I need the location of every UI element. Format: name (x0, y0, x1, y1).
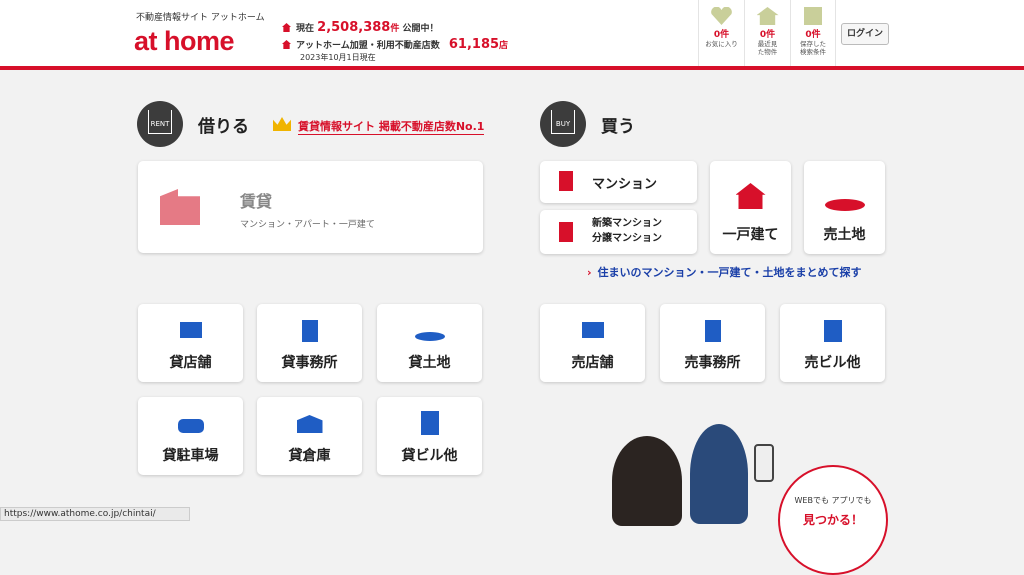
buy-land-card[interactable]: 売土地 (804, 161, 885, 254)
buy-building-tile[interactable]: 売ビル他 (780, 304, 885, 382)
car-icon (177, 419, 204, 433)
rent-parking-tile[interactable]: 貸駐車場 (138, 397, 243, 475)
save-search-icon (804, 7, 822, 25)
office-building-icon (301, 320, 318, 342)
rent-icon: RENT (137, 101, 183, 147)
login-button[interactable]: ログイン (841, 23, 889, 45)
site-subtitle: 不動産情報サイト アットホーム (136, 13, 265, 23)
rent-main-subtitle: マンション・アパート・一戸建て (240, 220, 375, 230)
new-mansion-icon (559, 222, 573, 242)
crown-icon (273, 117, 291, 131)
promo-badge: WEBでも アプリでも 見つかる！ (778, 465, 888, 575)
agency-count: アットホーム加盟・利用不動産店数 61,185店 (282, 37, 508, 52)
shop-icon (179, 322, 202, 338)
land-icon (414, 332, 445, 341)
house-icon (756, 7, 779, 25)
tall-building-icon (823, 320, 842, 342)
rent-warehouse-tile[interactable]: 貸倉庫 (257, 397, 362, 475)
warehouse-icon (296, 415, 323, 433)
recent-viewed-button[interactable]: 0件 最近見た物件 (744, 0, 790, 66)
buy-house-card[interactable]: 一戸建て (710, 161, 791, 254)
rent-land-tile[interactable]: 貸土地 (377, 304, 482, 382)
land-icon (824, 199, 865, 211)
buy-title: 買う (601, 117, 635, 137)
saved-search-button[interactable]: 0件 保存した検索条件 (790, 0, 836, 66)
promo-person-man (690, 424, 748, 524)
office-building-icon (704, 320, 721, 342)
promo-person-woman (612, 436, 682, 526)
site-header: 不動産情報サイト アットホーム at home 現在 2,508,388件 公開… (0, 0, 1024, 70)
search-all-link[interactable]: 住まいのマンション・一戸建て・土地をまとめて探す (587, 264, 862, 280)
buy-icon: BUY (540, 101, 586, 147)
listing-count: 現在 2,508,388件 公開中！ (282, 20, 439, 35)
rent-main-title: 賃貸 (240, 192, 273, 211)
favorites-button[interactable]: 0件 お気に入り (698, 0, 744, 66)
heart-icon (711, 7, 733, 25)
buy-mansion-card[interactable]: マンション (540, 161, 697, 203)
phone-icon (754, 444, 774, 482)
rent-building-tile[interactable]: 貸ビル他 (377, 397, 482, 475)
apartment-icon (160, 189, 200, 225)
buy-new-mansion-card[interactable]: 新築マンション 分譲マンション (540, 210, 697, 254)
buy-office-tile[interactable]: 売事務所 (660, 304, 765, 382)
house-icon (282, 23, 291, 32)
status-bar-url: https://www.athome.co.jp/chintai/ (0, 507, 190, 521)
athome-logo[interactable]: at home (134, 26, 235, 57)
rent-shop-tile[interactable]: 貸店舗 (138, 304, 243, 382)
rent-title: 借りる (198, 117, 249, 137)
tall-building-icon (420, 411, 439, 435)
rent-main-card[interactable]: 賃貸 マンション・アパート・一戸建て (138, 161, 483, 253)
stat-date: 2023年10月1日現在 (300, 53, 376, 62)
rent-no1-link[interactable]: 賃貸情報サイト 掲載不動産店数No.1 (298, 118, 485, 135)
shop-icon (581, 322, 604, 338)
mansion-icon (559, 171, 573, 191)
rent-office-tile[interactable]: 貸事務所 (257, 304, 362, 382)
buy-shop-tile[interactable]: 売店舗 (540, 304, 645, 382)
house-icon (735, 183, 766, 209)
shop-icon (282, 40, 291, 49)
